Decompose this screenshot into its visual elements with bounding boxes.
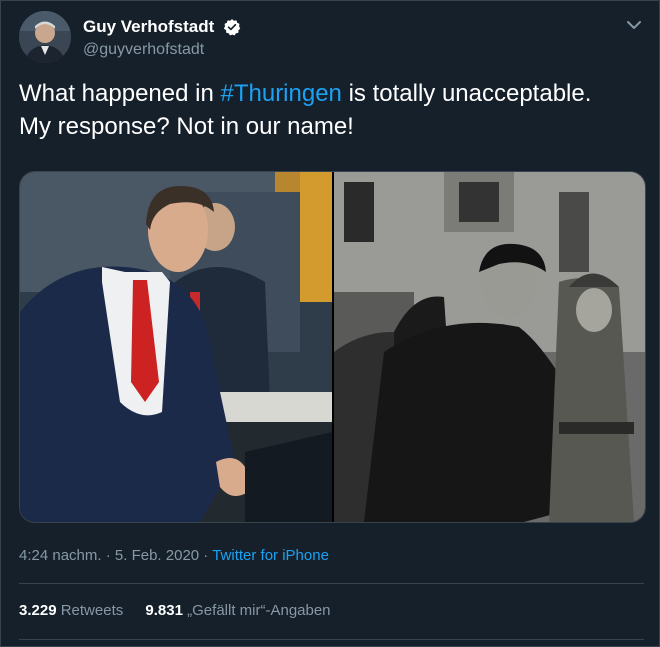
tweet-meta: 4:24 nachm. · 5. Feb. 2020 · Twitter for… [19,546,329,566]
tweet-text-before: What happened in [19,80,221,107]
tweet-source-link[interactable]: Twitter for iPhone [212,547,329,564]
verified-badge-icon [223,19,241,36]
chevron-down-icon[interactable] [624,15,644,35]
tweet-media[interactable] [19,171,646,523]
tweet-stats: 3.229 Retweets 9.831 „Gefällt mir“-Angab… [19,601,349,621]
tweet-text-after: is totally unacceptable. [341,80,592,107]
likes-label: „Gefällt mir“-Angaben [187,602,331,619]
author-display-name[interactable]: Guy Verhofstadt [83,17,214,37]
author-block: Guy Verhofstadt @guyverhofstadt [83,17,241,60]
photo-right-image [334,172,645,522]
divider [19,639,644,640]
hashtag-link[interactable]: #Thuringen [220,80,341,107]
retweets-count: 3.229 [19,602,57,619]
photo-right[interactable] [334,172,645,522]
tweet-text: What happened in #Thuringen is totally u… [19,77,644,143]
meta-separator: · [199,547,213,564]
tweet-header: Guy Verhofstadt @guyverhofstadt [19,11,644,67]
tweet-date[interactable]: 5. Feb. 2020 [115,547,199,564]
avatar[interactable] [19,11,71,63]
divider [19,583,644,584]
author-handle[interactable]: @guyverhofstadt [83,40,241,60]
tweet-text-line2: My response? Not in our name! [19,113,354,140]
meta-separator: · [101,547,115,564]
tweet-card: Guy Verhofstadt @guyverhofstadt What hap… [0,0,660,647]
photo-left-image [20,172,332,522]
avatar-image [19,11,71,63]
tweet-text-line1: What happened in #Thuringen is totally u… [19,77,644,110]
tweet-time[interactable]: 4:24 nachm. [19,547,102,564]
likes-count: 9.831 [145,602,183,619]
retweets-stat[interactable]: 3.229 Retweets [19,602,123,619]
likes-stat[interactable]: 9.831 „Gefällt mir“-Angaben [145,602,330,619]
photo-left[interactable] [20,172,332,522]
retweets-label: Retweets [60,602,124,619]
